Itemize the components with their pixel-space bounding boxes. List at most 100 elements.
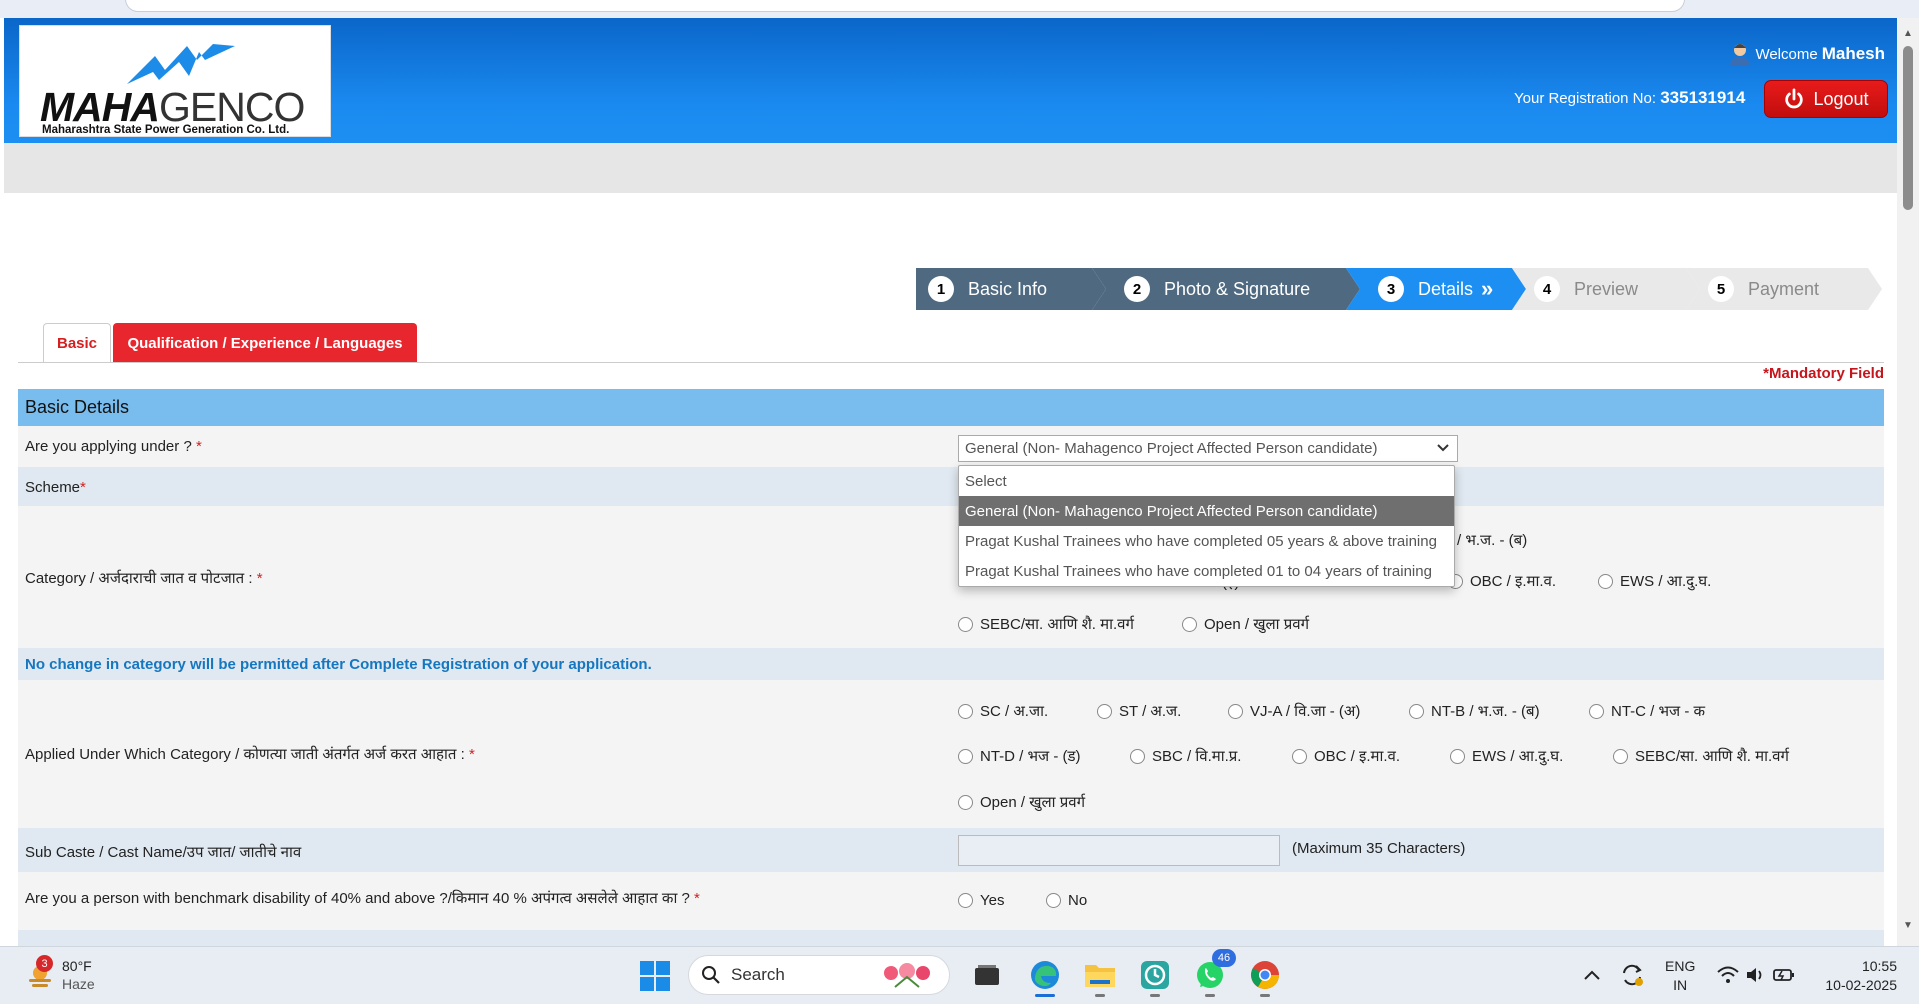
user-icon [1730,44,1751,66]
applied-option-vj-a[interactable]: VJ-A / वि.जा - (अ) [1228,701,1360,721]
weather-widget[interactable]: 3 80°F Haze [26,955,95,993]
search-icon [702,966,720,984]
sync-icon[interactable] [1614,957,1650,993]
radio-circle[interactable] [958,703,973,719]
step-basic-info[interactable]: 1 Basic Info [916,268,1106,310]
windows-taskbar: 3 80°F Haze Search 46 ENG IN 10:55 10-02… [0,946,1919,1004]
applied-option-st[interactable]: ST / अ.ज. [1097,701,1181,721]
running-indicator [1205,994,1215,997]
radio-circle[interactable] [1292,748,1307,764]
browser-toolbar [0,0,1919,18]
scroll-up-arrow-icon[interactable]: ▲ [1903,28,1913,39]
clock-time: 10:55 [1861,958,1897,974]
step-details[interactable]: 3 Details » [1346,268,1526,310]
category-option-open[interactable]: Open / खुला प्रवर्ग [1182,614,1309,634]
language-indicator[interactable]: ENG IN [1665,957,1695,995]
applying-under-row: Are you applying under ? * [18,426,1884,467]
radio-circle[interactable] [1613,748,1628,764]
whatsapp-badge: 46 [1212,949,1236,967]
tab-qualification[interactable]: Qualification / Experience / Languages [113,323,417,363]
applied-option-sc[interactable]: SC / अ.जा. [958,701,1048,721]
step-preview[interactable]: 4 Preview [1512,268,1700,310]
applied-option-nt-c[interactable]: NT-C / भज - क [1589,701,1705,721]
whatsapp-icon[interactable]: 46 [1192,949,1236,997]
scroll-down-arrow-icon[interactable]: ▼ [1903,920,1913,931]
applied-option-ews[interactable]: EWS / आ.दु.घ. [1450,746,1563,766]
step-number: 2 [1124,276,1150,302]
registration-number: 335131914 [1660,88,1746,107]
page-scrollbar[interactable]: ▲ ▼ [1897,18,1919,946]
weather-condition: Haze [62,976,95,992]
applied-option-sbc[interactable]: SBC / वि.मा.प्र. [1130,746,1241,766]
radio-circle[interactable] [958,748,973,764]
category-option-obc[interactable]: OBC / इ.मा.व. [1448,571,1556,591]
lang-code: ENG [1665,958,1696,974]
step-number: 3 [1378,276,1404,302]
battery-icon[interactable] [1766,957,1802,993]
step-payment[interactable]: 5 Payment [1686,268,1882,310]
dropdown-option-general[interactable]: General (Non- Mahagenco Project Affected… [959,496,1454,526]
progress-stepper: 1 Basic Info 2 Photo & Signature 3 Detai… [916,268,1882,310]
applied-option-nt-d[interactable]: NT-D / भज - (ड) [958,746,1081,766]
radio-circle[interactable] [1409,703,1424,719]
clock-app-icon[interactable] [1137,957,1173,997]
logout-label: Logout [1813,88,1869,109]
clock-date: 10-02-2025 [1825,977,1897,993]
applying-under-label: Are you applying under ? * [25,438,202,455]
applied-option-obc[interactable]: OBC / इ.मा.व. [1292,746,1400,766]
category-option-sebc[interactable]: SEBC/सा. आणि शै. मा.वर्ग [958,614,1134,634]
disability-label: Are you a person with benchmark disabili… [25,890,700,907]
taskbar-search[interactable]: Search [688,955,950,995]
flowers-icon [884,963,930,988]
category-label: Category / अर्जदाराची जात व पोटजात : * [25,570,263,587]
radio-circle[interactable] [958,893,973,908]
radio-circle[interactable] [1228,703,1243,719]
radio-circle[interactable] [1598,573,1613,589]
address-bar[interactable] [125,0,1685,12]
radio-circle[interactable] [958,794,973,810]
weather-badge: 3 [36,955,53,972]
subcaste-input[interactable] [958,835,1280,866]
system-clock[interactable]: 10:55 10-02-2025 [1825,957,1897,995]
logout-button[interactable]: Logout [1764,80,1888,118]
task-view-icon[interactable] [969,957,1005,993]
radio-circle[interactable] [1130,748,1145,764]
radio-circle[interactable] [1450,748,1465,764]
chevron-up-icon[interactable] [1574,957,1610,993]
applied-option-nt-b[interactable]: NT-B / भ.ज. - (ब) [1409,701,1540,721]
radio-circle[interactable] [1589,703,1604,719]
dropdown-option-pragat-1to4[interactable]: Pragat Kushal Trainees who have complete… [959,556,1454,586]
step-label: Preview [1574,278,1639,299]
edge-browser-icon[interactable] [1027,957,1063,997]
chrome-icon[interactable] [1247,957,1283,997]
disability-option-no[interactable]: No [1046,892,1087,909]
file-explorer-icon[interactable] [1082,957,1118,997]
registration-label: Your Registration No: [1514,90,1657,107]
disability-option-yes[interactable]: Yes [958,892,1004,909]
mandatory-field-note: *Mandatory Field [1763,365,1884,382]
applying-under-select[interactable]: General (Non- Mahagenco Project Affected… [958,435,1458,462]
dropdown-option-select[interactable]: Select [959,466,1454,496]
category-option-ews[interactable]: EWS / आ.दु.घ. [1598,571,1711,591]
mahagenco-logo[interactable]: MAHAGENCO Maharashtra State Power Genera… [19,25,331,137]
logo-subtitle: Maharashtra State Power Generation Co. L… [42,124,290,136]
disability-row: Are you a person with benchmark disabili… [18,872,1884,930]
applied-option-sebc[interactable]: SEBC/सा. आणि शै. मा.वर्ग [1613,746,1789,766]
step-photo-signature[interactable]: 2 Photo & Signature [1092,268,1360,310]
user-name: Mahesh [1821,44,1885,63]
category-note-row: No change in category will be permitted … [18,648,1884,680]
search-label: Search [731,965,785,984]
site-header: MAHAGENCO Maharashtra State Power Genera… [4,18,1897,143]
radio-circle[interactable] [1046,893,1061,908]
applying-under-dropdown[interactable]: Select General (Non- Mahagenco Project A… [958,465,1455,587]
radio-circle[interactable] [1097,703,1112,719]
tab-basic[interactable]: Basic [43,323,111,363]
scroll-thumb[interactable] [1903,46,1913,210]
step-number: 1 [928,276,954,302]
windows-start-icon[interactable] [640,961,670,995]
applied-option-open[interactable]: Open / खुला प्रवर्ग [958,792,1085,812]
dropdown-option-pragat-5plus[interactable]: Pragat Kushal Trainees who have complete… [959,526,1454,556]
radio-circle[interactable] [1182,616,1197,632]
radio-circle[interactable] [958,616,973,632]
running-indicator [1150,994,1160,997]
